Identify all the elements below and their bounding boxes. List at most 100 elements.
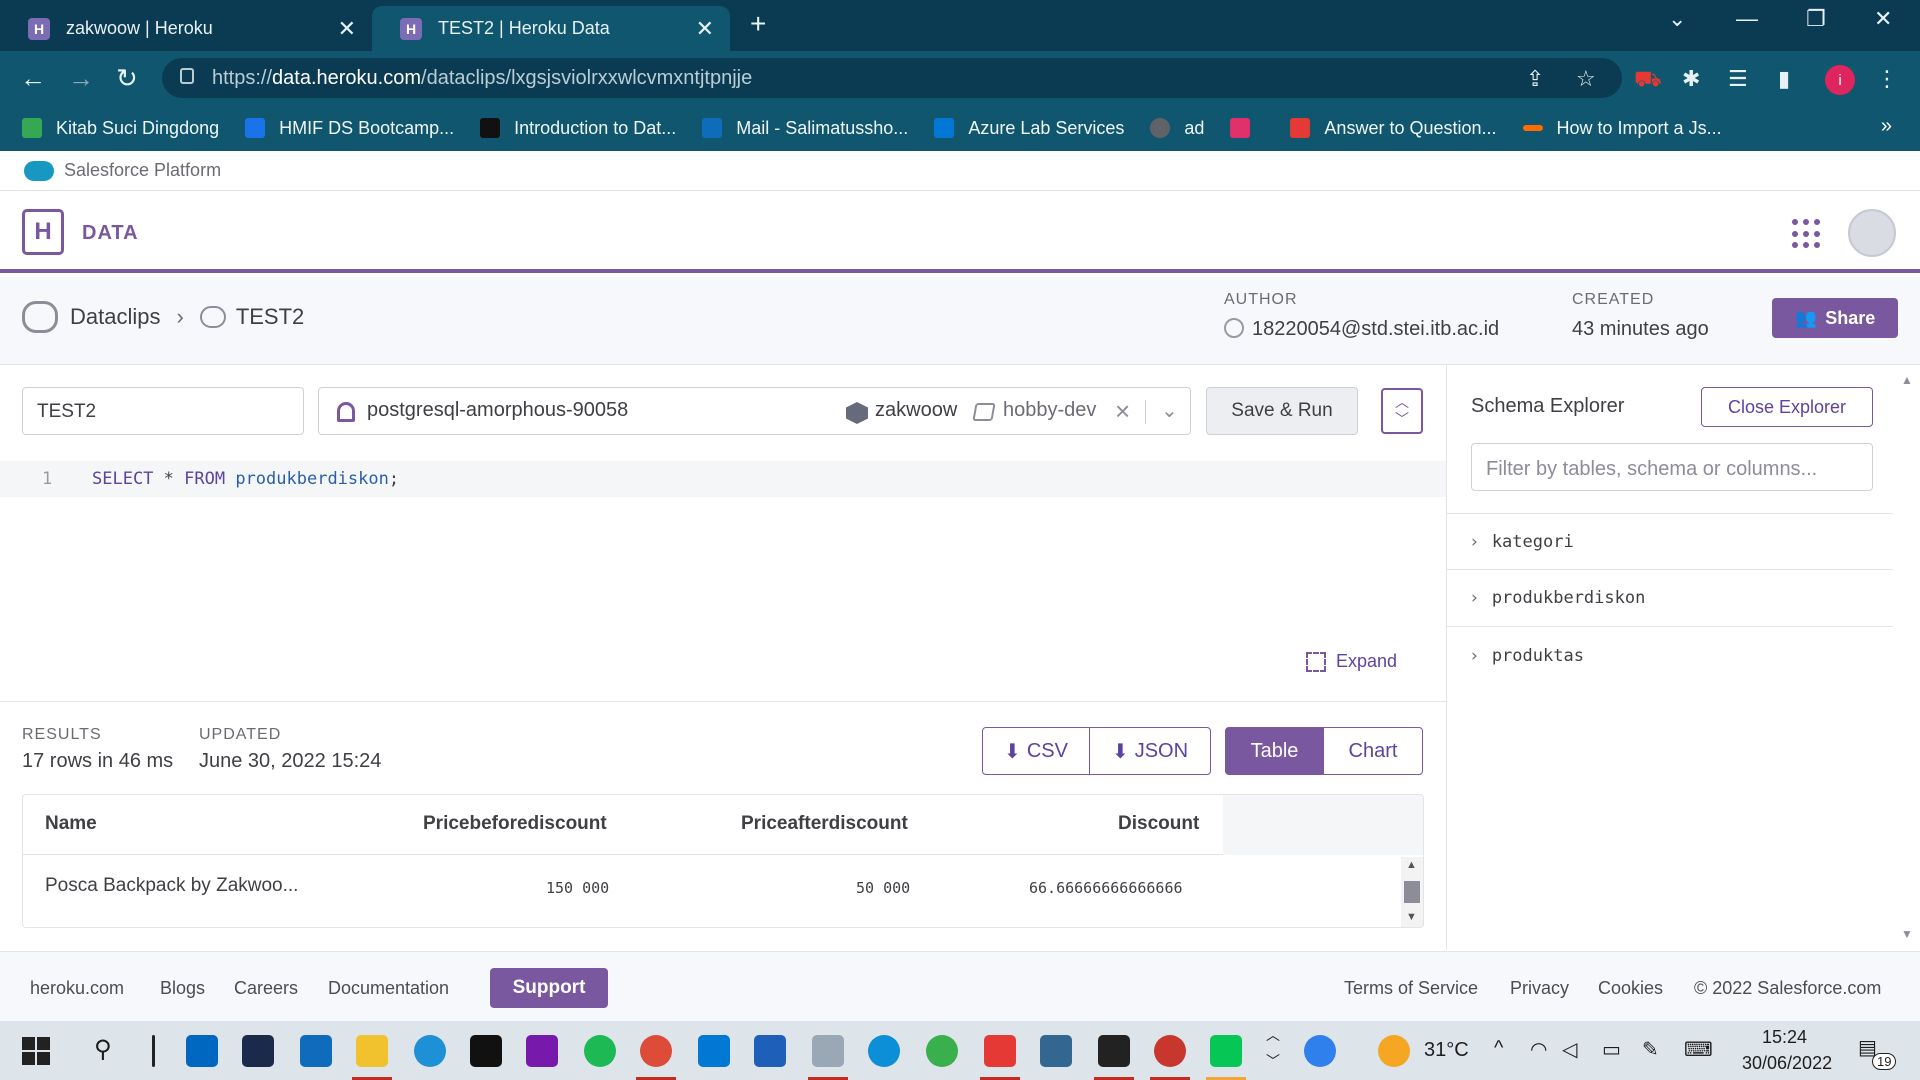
notepad-icon[interactable] <box>812 1035 844 1067</box>
edge-icon[interactable] <box>868 1035 900 1067</box>
column-header-discount[interactable]: Discount <box>1118 813 1199 835</box>
terminal-icon[interactable] <box>1098 1035 1130 1067</box>
restore-icon[interactable]: ❐ <box>1806 6 1826 32</box>
footer-link-documentation[interactable]: Documentation <box>328 978 449 999</box>
scroll-up-icon[interactable]: ▲ <box>1406 859 1417 871</box>
dataclip-name-input[interactable]: TEST2 <box>22 387 304 435</box>
window-close-icon[interactable]: ✕ <box>1874 6 1892 32</box>
bookmark-item[interactable]: Mail - Salimatussho... <box>702 118 908 139</box>
bookmark-item[interactable]: ad <box>1150 118 1204 139</box>
chevron-down-icon[interactable]: ⌄ <box>1161 398 1178 423</box>
save-and-run-button[interactable]: Save & Run <box>1206 387 1358 435</box>
azure-data-studio-icon[interactable] <box>754 1035 786 1067</box>
help-icon[interactable] <box>1304 1035 1336 1067</box>
vivaldi-icon[interactable] <box>984 1035 1016 1067</box>
windows-start-icon[interactable] <box>22 1037 50 1065</box>
bookmark-item[interactable]: Azure Lab Services <box>934 118 1124 139</box>
show-hidden-icons-icon[interactable]: ^ <box>1494 1037 1503 1060</box>
close-explorer-button[interactable]: Close Explorer <box>1701 387 1873 427</box>
pen-icon[interactable]: ✎ <box>1642 1037 1659 1062</box>
overflow-up-icon[interactable]: ︿ <box>1266 1025 1280 1045</box>
breadcrumb-dataclips-link[interactable]: Dataclips <box>70 304 160 330</box>
schema-table-item[interactable]: › produkberdiskon <box>1447 570 1894 627</box>
download-json-button[interactable]: ⬇ JSON <box>1089 727 1211 775</box>
side-panel-icon[interactable]: ▮ <box>1778 66 1790 92</box>
bookmark-item[interactable]: Kitab Suci Dingdong <box>22 118 219 139</box>
pgadmin-icon[interactable] <box>1040 1035 1072 1067</box>
column-header-pricebeforediscount[interactable]: Pricebeforediscount <box>423 813 607 835</box>
browser-tab[interactable]: H zakwoow | Heroku ✕ <box>0 6 372 51</box>
browser-menu-icon[interactable]: ⋮ <box>1876 66 1898 92</box>
lock-icon[interactable] <box>180 68 194 84</box>
extensions-puzzle-icon[interactable]: ✱ <box>1682 66 1700 92</box>
address-bar[interactable]: https://data.heroku.com/dataclips/lxgsjs… <box>162 58 1622 98</box>
onenote-icon[interactable] <box>526 1035 558 1067</box>
internet-explorer-icon[interactable] <box>414 1035 446 1067</box>
forward-icon[interactable]: → <box>68 63 94 94</box>
dropbox-icon[interactable] <box>470 1035 502 1067</box>
footer-link-cookies[interactable]: Cookies <box>1598 978 1663 999</box>
more-bookmarks-icon[interactable]: » <box>1881 115 1892 138</box>
footer-link-blogs[interactable]: Blogs <box>160 978 205 999</box>
wifi-icon[interactable]: ◠ <box>1530 1037 1547 1062</box>
scroll-down-icon[interactable]: ▼ <box>1901 927 1913 941</box>
schema-filter-input[interactable]: Filter by tables, schema or columns... <box>1471 443 1873 491</box>
scroll-thumb[interactable] <box>1404 881 1420 903</box>
file-explorer-icon[interactable] <box>356 1035 388 1067</box>
volume-icon[interactable]: ◁ <box>1562 1037 1577 1062</box>
bookmark-item[interactable]: Answer to Question... <box>1290 118 1497 139</box>
chrome-icon[interactable] <box>640 1035 672 1067</box>
heroku-logo-icon[interactable]: H <box>22 209 64 255</box>
weather-temp[interactable]: 31°C <box>1424 1039 1469 1062</box>
share-page-icon[interactable]: ⇪ <box>1526 66 1544 92</box>
table-scrollbar[interactable]: ▲ ▼ <box>1401 857 1423 927</box>
profile-avatar[interactable]: i <box>1825 65 1855 95</box>
vscode-icon[interactable] <box>698 1035 730 1067</box>
tab-search-icon[interactable]: ⌄ <box>1668 6 1686 32</box>
schema-table-item[interactable]: › kategori <box>1447 513 1894 570</box>
table-view-button[interactable]: Table <box>1225 727 1324 775</box>
sql-editor[interactable]: 1 SELECT * FROM produkberdiskon; <box>0 461 1446 497</box>
new-tab-icon[interactable]: + <box>750 8 766 40</box>
bookmark-star-icon[interactable]: ☆ <box>1576 66 1596 92</box>
search-icon[interactable]: ⚲ <box>94 1035 112 1064</box>
overflow-down-icon[interactable]: ﹀ <box>1266 1051 1280 1071</box>
footer-link-terms[interactable]: Terms of Service <box>1344 978 1478 999</box>
keyboard-icon[interactable]: ⌨ <box>1684 1037 1713 1062</box>
share-button[interactable]: 👥 Share <box>1772 298 1898 338</box>
chrome-profile-icon[interactable] <box>1154 1035 1186 1067</box>
clock-time[interactable]: 15:24 <box>1762 1027 1807 1048</box>
browser-tab-active[interactable]: H TEST2 | Heroku Data ✕ <box>372 6 730 51</box>
powershell-icon[interactable] <box>242 1035 274 1067</box>
footer-link-heroku[interactable]: heroku.com <box>30 978 124 999</box>
expand-button[interactable]: Expand <box>1306 651 1397 672</box>
store-icon[interactable] <box>186 1035 218 1067</box>
close-tab-icon[interactable]: ✕ <box>696 16 714 42</box>
battery-icon[interactable]: ▭ <box>1602 1037 1621 1062</box>
spotify-icon[interactable] <box>584 1035 616 1067</box>
minimize-icon[interactable]: — <box>1736 6 1758 32</box>
reload-icon[interactable]: ↻ <box>116 63 138 94</box>
weather-icon[interactable] <box>1378 1035 1410 1067</box>
footer-link-privacy[interactable]: Privacy <box>1510 978 1569 999</box>
scroll-up-icon[interactable]: ▲ <box>1901 373 1913 387</box>
mail-icon[interactable] <box>300 1035 332 1067</box>
sql-query[interactable]: SELECT * FROM produkberdiskon; <box>92 469 399 489</box>
chart-view-button[interactable]: Chart <box>1323 727 1423 775</box>
user-avatar[interactable] <box>1848 209 1896 257</box>
download-csv-button[interactable]: ⬇ CSV <box>982 727 1090 775</box>
footer-link-careers[interactable]: Careers <box>234 978 298 999</box>
clock-date[interactable]: 30/06/2022 <box>1742 1053 1832 1074</box>
column-header-priceafterdiscount[interactable]: Priceafterdiscount <box>741 813 908 835</box>
product-title[interactable]: DATA <box>82 222 139 245</box>
close-tab-icon[interactable]: ✕ <box>338 16 356 42</box>
page-scrollbar[interactable]: ▲ ▼ <box>1893 365 1920 950</box>
sync-icon[interactable] <box>926 1035 958 1067</box>
column-header-name[interactable]: Name <box>45 813 97 835</box>
bookmark-item[interactable]: How to Import a Js... <box>1522 118 1722 139</box>
support-button[interactable]: Support <box>490 968 608 1008</box>
database-select[interactable]: postgresql-amorphous-90058 zakwoow hobby… <box>318 387 1191 435</box>
apps-grid-icon[interactable] <box>1792 219 1822 249</box>
clear-selection-icon[interactable]: × <box>1115 396 1130 427</box>
bookmark-item[interactable]: Introduction to Dat... <box>480 118 676 139</box>
